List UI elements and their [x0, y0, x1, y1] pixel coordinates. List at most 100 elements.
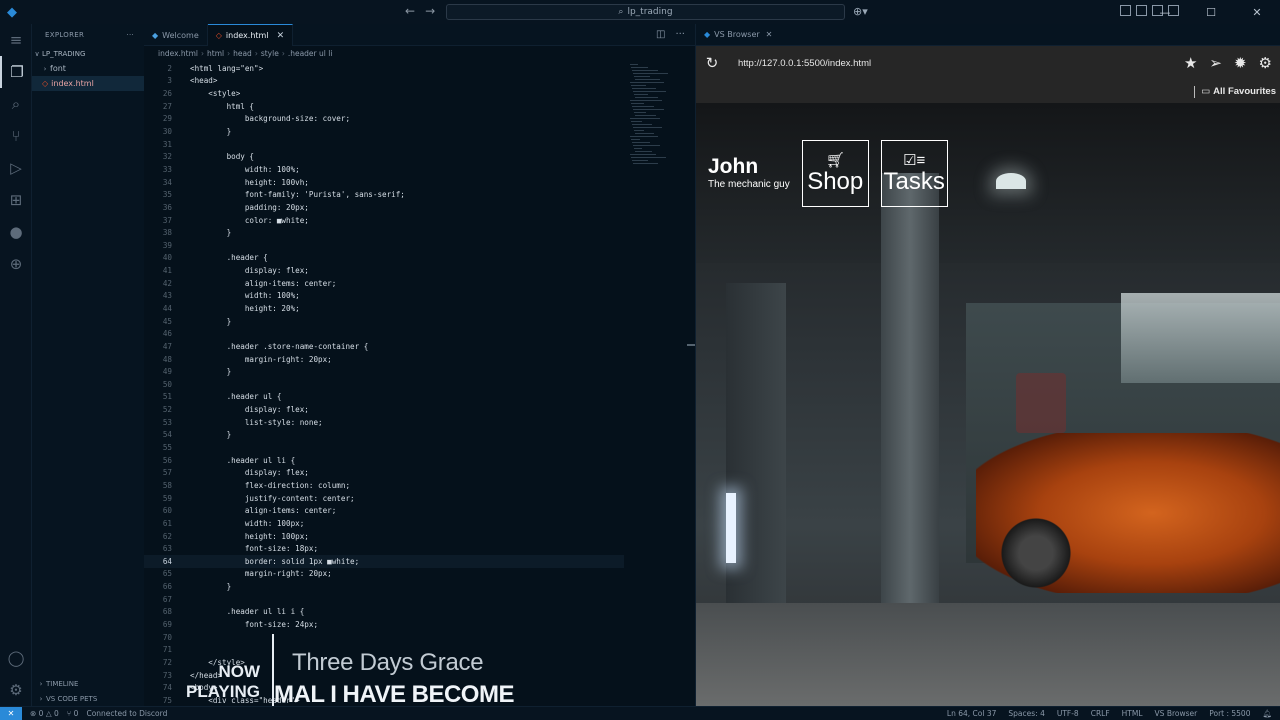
forward-arrow-icon[interactable]: →	[425, 4, 435, 18]
line-ending[interactable]: CRLF	[1091, 709, 1110, 718]
code-line[interactable]: 43 width: 100%;	[144, 290, 624, 303]
scrollbar-marker[interactable]	[687, 344, 695, 346]
code-line[interactable]: 65 margin-right: 20px;	[144, 568, 624, 581]
code-line[interactable]: 61 width: 100px;	[144, 517, 624, 530]
extensions-icon[interactable]: ⊞	[0, 184, 32, 216]
remote-indicator-icon[interactable]: ✕	[0, 706, 22, 720]
explorer-icon[interactable]: ❐	[0, 56, 32, 88]
tab-index-html[interactable]: ◇ index.html ✕	[207, 24, 294, 46]
project-folder[interactable]: ∨ LP_TRADING	[32, 46, 144, 61]
code-line[interactable]: 69 font-size: 24px;	[144, 618, 624, 631]
code-line[interactable]: 48 margin-right: 20px;	[144, 353, 624, 366]
minimize-icon[interactable]: —	[1142, 0, 1188, 24]
code-line[interactable]: 40 .header {	[144, 252, 624, 265]
code-area[interactable]: 2 <html lang="en"> 3 <head> 26 <style> 27 htm…	[144, 62, 624, 707]
code-line[interactable]: 26 <style>	[144, 87, 624, 100]
code-line[interactable]: 57 display: flex;	[144, 467, 624, 480]
code-line[interactable]: 67	[144, 593, 624, 606]
url-field[interactable]: http://127.0.0.1:5500/index.html	[738, 58, 871, 69]
code-line[interactable]: 47 .header .store-name-container {	[144, 340, 624, 353]
globe-icon[interactable]: ⊕	[0, 248, 32, 280]
nav-item-shop[interactable]: 🛒︎ Shop	[801, 140, 869, 207]
problems-indicator[interactable]: ⊗ 0 △ 0	[30, 709, 59, 718]
remote-icon[interactable]: ●	[0, 216, 32, 248]
code-line[interactable]: 31	[144, 138, 624, 151]
code-line[interactable]: 35 font-family: 'Purista', sans-serif;	[144, 188, 624, 201]
notifications-icon[interactable]: 🔔︎	[1262, 709, 1272, 718]
menu-icon[interactable]: ≡	[0, 24, 32, 56]
code-line[interactable]: 64 border: solid 1px ■white;	[144, 554, 624, 568]
split-editor-icon[interactable]: ◫	[656, 29, 665, 40]
tab-welcome[interactable]: ◆ Welcome	[144, 24, 208, 46]
code-line[interactable]: 56 .header ul li {	[144, 454, 624, 467]
ports-indicator[interactable]: ⑂ 0	[67, 709, 79, 718]
nav-item-tasks[interactable]: ☑≡ Tasks	[880, 140, 948, 207]
code-line[interactable]: 60 align-items: center;	[144, 504, 624, 517]
encoding[interactable]: UTF-8	[1057, 709, 1079, 718]
language-mode[interactable]: HTML	[1122, 709, 1143, 718]
code-line[interactable]: 55	[144, 441, 624, 454]
breadcrumb-item[interactable]: style	[261, 49, 279, 58]
source-control-icon[interactable]: ⑂	[0, 120, 32, 152]
code-line[interactable]: 50	[144, 378, 624, 391]
code-line[interactable]: 62 height: 100px;	[144, 530, 624, 543]
code-line[interactable]: 36 padding: 20px;	[144, 201, 624, 214]
more-actions-icon[interactable]: ···	[675, 29, 685, 40]
code-line[interactable]: 66 }	[144, 580, 624, 593]
back-arrow-icon[interactable]: ←	[405, 4, 415, 18]
code-line[interactable]: 39	[144, 239, 624, 252]
send-icon[interactable]: ➢	[1209, 54, 1222, 72]
code-line[interactable]: 41 display: flex;	[144, 264, 624, 277]
breadcrumb-item[interactable]: html	[207, 49, 224, 58]
tab-vs-browser[interactable]: ◆ VS Browser ✕	[696, 24, 1280, 46]
indentation[interactable]: Spaces: 4	[1008, 709, 1044, 718]
code-line[interactable]: 49 }	[144, 365, 624, 378]
tree-item-index-html[interactable]: ◇ index.html	[32, 76, 144, 91]
code-line[interactable]: 33 width: 100%;	[144, 163, 624, 176]
code-line[interactable]: 59 justify-content: center;	[144, 492, 624, 505]
code-line[interactable]: 3 <head>	[144, 75, 624, 88]
layout-toggle-icon[interactable]	[1120, 5, 1131, 16]
code-line[interactable]: 42 align-items: center;	[144, 277, 624, 290]
breadcrumb-item[interactable]: head	[233, 49, 252, 58]
bug-icon[interactable]: ✹	[1234, 54, 1247, 72]
code-line[interactable]: 32 body {	[144, 150, 624, 163]
code-line[interactable]: 34 height: 100vh;	[144, 176, 624, 189]
maximize-icon[interactable]: ☐	[1188, 0, 1234, 24]
copilot-icon[interactable]: ⊕▾	[853, 5, 868, 18]
breadcrumb-item[interactable]: .header ul li	[288, 49, 333, 58]
reload-icon[interactable]: ↻	[696, 54, 728, 72]
run-debug-icon[interactable]: ▷	[0, 152, 32, 184]
more-actions-icon[interactable]: ···	[126, 31, 134, 39]
cursor-position[interactable]: Ln 64, Col 37	[947, 709, 996, 718]
code-line[interactable]: 44 height: 20%;	[144, 302, 624, 315]
code-line[interactable]: 52 display: flex;	[144, 403, 624, 416]
code-line[interactable]: 45 }	[144, 315, 624, 328]
code-line[interactable]: 51 .header ul {	[144, 391, 624, 404]
settings-gear-icon[interactable]: ⚙	[0, 674, 32, 706]
close-tab-icon[interactable]: ✕	[766, 30, 773, 39]
tree-item-font[interactable]: › font	[32, 61, 144, 76]
code-line[interactable]: 29 background-size: cover;	[144, 113, 624, 126]
timeline-section[interactable]: › TIMELINE	[32, 676, 144, 691]
code-line[interactable]: 53 list-style: none;	[144, 416, 624, 429]
close-tab-icon[interactable]: ✕	[277, 31, 285, 41]
code-line[interactable]: 46	[144, 327, 624, 340]
minimap[interactable]	[630, 62, 670, 202]
code-line[interactable]: 38 }	[144, 226, 624, 239]
account-icon[interactable]: ◯	[0, 642, 32, 674]
code-line[interactable]: 54 }	[144, 429, 624, 442]
code-line[interactable]: 27 html {	[144, 100, 624, 113]
command-center-search[interactable]: ⌕ lp_trading	[446, 4, 845, 20]
close-window-icon[interactable]: ✕	[1234, 0, 1280, 24]
all-favourites-button[interactable]: All Favourites	[1213, 86, 1276, 97]
code-line[interactable]: 2 <html lang="en">	[144, 62, 624, 75]
discord-status[interactable]: Connected to Discord	[86, 709, 167, 718]
code-line[interactable]: 63 font-size: 18px;	[144, 542, 624, 555]
code-line[interactable]: 37 color: ■white;	[144, 214, 624, 227]
vscode-pets-section[interactable]: › VS CODE PETS	[32, 691, 144, 706]
search-activity-icon[interactable]: ⌕	[0, 88, 32, 120]
vs-browser-status[interactable]: VS Browser	[1155, 709, 1198, 718]
settings-gear-icon[interactable]: ⚙	[1259, 54, 1272, 72]
star-favourite-icon[interactable]: ★	[1184, 54, 1197, 72]
